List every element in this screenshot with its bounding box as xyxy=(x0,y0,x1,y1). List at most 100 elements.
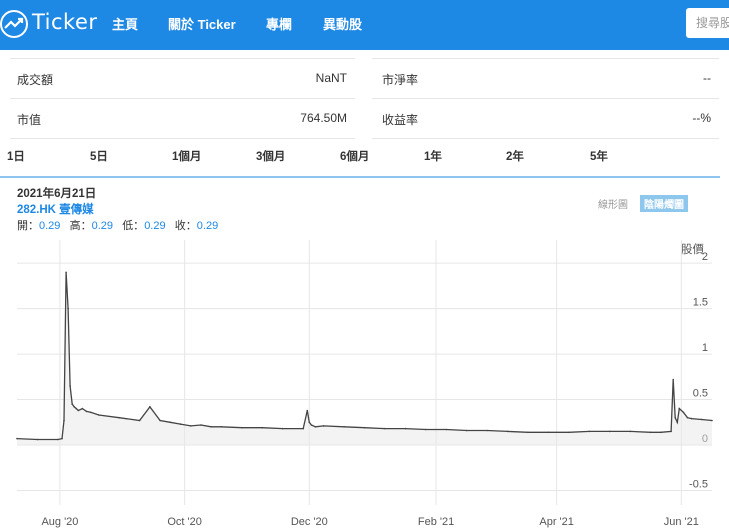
ticker-logo[interactable]: Ticker xyxy=(0,8,97,38)
stat-yield: 收益率 --% xyxy=(382,98,711,138)
price-point xyxy=(384,427,386,430)
tab-range-1y[interactable]: 1年 xyxy=(424,148,442,164)
close-label: 收： xyxy=(174,220,197,232)
tab-range-5d[interactable]: 5日 xyxy=(90,148,108,164)
tab-range-6m[interactable]: 6個月 xyxy=(340,148,369,164)
logo-text: Ticker xyxy=(32,10,98,34)
candlestick-chart-toggle[interactable]: 陰陽燭圖 xyxy=(640,195,688,212)
open-value: 0.29 xyxy=(39,220,61,232)
y-axis-label: 股價 xyxy=(681,242,704,256)
tab-range-3m[interactable]: 3個月 xyxy=(256,148,285,164)
nav-home[interactable]: 主頁 xyxy=(112,14,138,33)
price-point xyxy=(98,414,100,416)
price-point xyxy=(701,418,703,421)
price-point xyxy=(629,430,631,433)
price-point xyxy=(75,407,78,410)
price-point xyxy=(686,416,689,419)
stat-label: 收益率 xyxy=(382,113,419,127)
price-point xyxy=(674,416,676,419)
price-point xyxy=(149,406,151,408)
stat-pb-ratio: 市淨率 -- xyxy=(382,58,711,98)
price-point xyxy=(85,410,88,413)
x-tick-label: Aug '20 xyxy=(41,516,78,528)
price-point xyxy=(16,437,18,440)
x-tick-label: Dec '20 xyxy=(291,516,328,528)
price-point xyxy=(89,411,92,414)
search-input[interactable] xyxy=(686,8,729,38)
price-point xyxy=(220,426,223,428)
stat-value: 764.50M xyxy=(300,111,347,125)
price-point xyxy=(676,421,679,424)
trend-logo-icon xyxy=(0,10,28,38)
price-point xyxy=(486,429,488,432)
line-chart-toggle[interactable]: 線形圖 xyxy=(598,196,628,211)
price-point xyxy=(190,425,192,427)
stat-market-cap: 市值 764.50M xyxy=(17,98,347,138)
stat-label: 成交額 xyxy=(17,73,54,87)
price-point xyxy=(308,421,311,424)
price-point xyxy=(314,426,317,428)
price-point xyxy=(690,417,693,420)
stat-turnover: 成交額 NaNT xyxy=(17,58,347,98)
price-point xyxy=(547,431,550,434)
tab-range-1d[interactable]: 1日 xyxy=(7,148,25,164)
chart-date: 2021年6月21日 xyxy=(17,188,97,200)
high-value: 0.29 xyxy=(91,220,114,232)
price-point xyxy=(36,438,39,441)
price-point xyxy=(682,411,685,414)
price-point xyxy=(445,428,448,431)
range-tabs-underline xyxy=(0,176,720,178)
stock-symbol-link[interactable]: 282.HK 壹傳媒 xyxy=(17,201,94,217)
price-point xyxy=(310,424,313,426)
price-point xyxy=(465,429,468,432)
price-point xyxy=(169,421,172,424)
price-point xyxy=(210,426,212,428)
price-point xyxy=(67,307,69,310)
open-label: 開： xyxy=(17,220,39,232)
price-point xyxy=(678,407,681,410)
price-point xyxy=(241,426,243,429)
price-point xyxy=(609,430,611,433)
price-point xyxy=(61,437,63,440)
nav-columns[interactable]: 專欄 xyxy=(266,14,292,33)
price-point xyxy=(568,431,570,434)
price-series-line xyxy=(16,272,713,441)
close-value: 0.29 xyxy=(196,220,219,232)
price-point xyxy=(118,416,120,419)
price-point xyxy=(81,407,84,410)
price-point xyxy=(302,427,305,430)
price-point xyxy=(57,438,59,441)
nav-movers[interactable]: 異動股 xyxy=(323,14,362,33)
y-tick-label: 1.5 xyxy=(693,297,708,309)
price-point xyxy=(63,419,65,422)
price-point xyxy=(306,409,309,412)
price-point xyxy=(69,385,71,387)
divider xyxy=(372,138,719,139)
stat-value: -- xyxy=(703,71,711,85)
price-point xyxy=(73,406,75,408)
price-point xyxy=(363,426,366,429)
tab-range-5y[interactable]: 5年 xyxy=(590,148,608,164)
price-point xyxy=(281,427,284,430)
price-point xyxy=(322,425,325,427)
y-tick-label: 0.5 xyxy=(693,388,708,400)
price-point xyxy=(71,403,73,405)
price-point xyxy=(649,431,652,434)
price-chart[interactable]: 21.510.50-0.5股價Aug '20Oct '20Dec '20Feb … xyxy=(0,235,729,532)
price-point xyxy=(200,424,202,426)
high-label: 高： xyxy=(69,220,92,232)
price-point xyxy=(343,426,345,428)
series-area xyxy=(17,272,712,445)
x-tick-label: Apr '21 xyxy=(539,516,574,528)
x-tick-label: Oct '20 xyxy=(167,516,202,528)
price-point xyxy=(670,430,672,433)
price-point xyxy=(660,431,662,434)
low-label: 低： xyxy=(122,220,145,232)
nav-about-ticker[interactable]: 關於 Ticker xyxy=(168,14,236,33)
price-point xyxy=(711,419,713,422)
tab-range-2y[interactable]: 2年 xyxy=(506,148,524,164)
price-point xyxy=(261,426,264,429)
price-point xyxy=(425,428,427,431)
price-point xyxy=(77,409,80,412)
tab-range-1m[interactable]: 1個月 xyxy=(172,148,201,164)
